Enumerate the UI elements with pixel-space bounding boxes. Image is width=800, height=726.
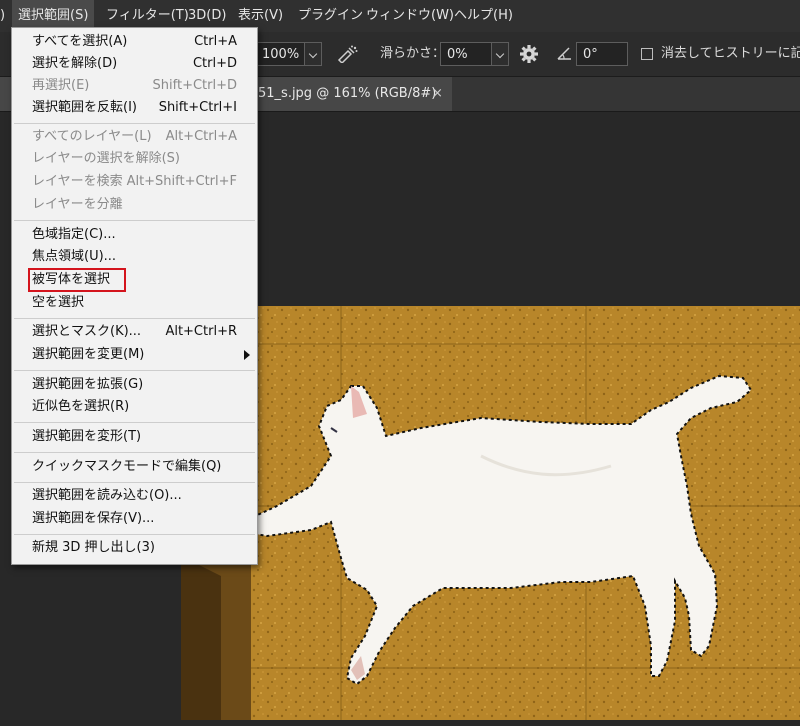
menu-item-label: 選択範囲を保存(V)... xyxy=(32,511,155,526)
menu-item-label: 焦点領域(U)... xyxy=(32,249,117,264)
menu-item-shortcut: Alt+Ctrl+R xyxy=(165,324,237,339)
menu-item-save-selection[interactable]: 選択範囲を保存(V)... xyxy=(12,508,257,530)
menu-item-label: 選択範囲を反転(I) xyxy=(32,100,137,115)
menu-item-label: 選択とマスク(K)... xyxy=(32,324,142,339)
menu-item-quick-mask[interactable]: クイックマスクモードで編集(Q) xyxy=(12,456,257,478)
menu-separator xyxy=(14,482,255,483)
smoothing-field[interactable]: 0% xyxy=(440,42,492,66)
close-icon[interactable]: × xyxy=(432,77,443,111)
menu-item-label: 選択範囲を変形(T) xyxy=(32,429,142,444)
menu-item-shortcut: Ctrl+A xyxy=(194,34,237,49)
menu-separator xyxy=(14,370,255,371)
menubar-item-partial[interactable]: ) xyxy=(0,0,5,32)
menubar-item-help[interactable]: ヘルプ(H) xyxy=(454,0,513,32)
menu-separator xyxy=(14,452,255,453)
erase-history-label: 消去してヒストリーに記録 xyxy=(661,46,800,61)
airbrush-icon[interactable] xyxy=(336,45,358,63)
document-canvas-photo[interactable] xyxy=(181,306,800,720)
document-tab-title: 51_s.jpg @ 161% (RGB/8#) xyxy=(258,86,437,101)
menu-item-select-and-mask[interactable]: 選択とマスク(K)... Alt+Ctrl+R xyxy=(12,321,257,343)
menu-item-label: 空を選択 xyxy=(32,295,85,310)
menu-item-shortcut: Alt+Shift+Ctrl+F xyxy=(126,174,237,189)
menu-item-label: レイヤーを検索 xyxy=(32,174,123,189)
menu-item-label: レイヤーの選択を解除(S) xyxy=(32,151,181,166)
menu-item-label: 選択範囲を読み込む(O)... xyxy=(32,488,182,503)
menu-item-reselect: 再選択(E) Shift+Ctrl+D xyxy=(12,75,257,97)
menu-separator xyxy=(14,422,255,423)
menu-item-shortcut: Shift+Ctrl+I xyxy=(158,100,237,115)
menu-item-shortcut: Ctrl+D xyxy=(192,56,237,71)
angle-field[interactable]: 0° xyxy=(576,42,628,66)
menu-item-select-sky[interactable]: 空を選択 xyxy=(12,292,257,314)
menu-item-inverse[interactable]: 選択範囲を反転(I) Shift+Ctrl+I xyxy=(12,97,257,119)
menubar-item-window[interactable]: ウィンドウ(W) xyxy=(366,0,454,32)
menu-item-select-all[interactable]: すべてを選択(A) Ctrl+A xyxy=(12,31,257,53)
menu-item-similar[interactable]: 近似色を選択(R) xyxy=(12,396,257,418)
smoothing-dropdown-arrow[interactable] xyxy=(491,42,509,66)
menu-item-isolate-layers: レイヤーを分離 xyxy=(12,194,257,216)
menu-item-focus-area[interactable]: 焦点領域(U)... xyxy=(12,246,257,268)
menu-item-label: 新規 3D 押し出し(3) xyxy=(32,540,155,555)
erase-history-checkbox[interactable] xyxy=(641,48,653,60)
menubar-item-plugins[interactable]: プラグイン xyxy=(298,0,363,32)
menu-item-label: レイヤーを分離 xyxy=(32,197,123,212)
menu-separator xyxy=(14,534,255,535)
menu-item-label: クイックマスクモードで編集(Q) xyxy=(32,459,222,474)
zoom-field[interactable]: 100% xyxy=(255,42,305,66)
menu-item-label: すべてを選択(A) xyxy=(32,34,128,49)
menu-item-color-range[interactable]: 色域指定(C)... xyxy=(12,224,257,246)
menu-item-shortcut: Alt+Ctrl+A xyxy=(165,129,237,144)
menu-item-all-layers: すべてのレイヤー(L) Alt+Ctrl+A xyxy=(12,126,257,148)
menu-item-deselect[interactable]: 選択を解除(D) Ctrl+D xyxy=(12,53,257,75)
menu-item-shortcut: Shift+Ctrl+D xyxy=(152,78,237,93)
menu-item-label: 再選択(E) xyxy=(32,78,90,93)
menu-item-label: 選択範囲を拡張(G) xyxy=(32,377,144,392)
menu-item-find-layers: レイヤーを検索 Alt+Shift+Ctrl+F xyxy=(12,171,257,193)
smoothing-label: 滑らかさ： xyxy=(380,46,446,61)
highlight-box xyxy=(28,268,126,292)
menu-item-modify[interactable]: 選択範囲を変更(M) xyxy=(12,344,257,366)
menu-item-label: 近似色を選択(R) xyxy=(32,399,130,414)
menu-separator xyxy=(14,123,255,124)
zoom-dropdown-arrow[interactable] xyxy=(304,42,322,66)
select-menu-dropdown: すべてを選択(A) Ctrl+A 選択を解除(D) Ctrl+D 再選択(E) Shi… xyxy=(11,27,258,565)
menu-item-label: すべてのレイヤー(L) xyxy=(32,129,152,144)
menu-separator xyxy=(14,220,255,221)
menu-item-load-selection[interactable]: 選択範囲を読み込む(O)... xyxy=(12,485,257,507)
menu-item-label: 色域指定(C)... xyxy=(32,227,116,242)
menu-item-transform-selection[interactable]: 選択範囲を変形(T) xyxy=(12,426,257,448)
menu-separator xyxy=(14,318,255,319)
menu-item-3d-extrusion[interactable]: 新規 3D 押し出し(3) xyxy=(12,537,257,559)
menu-item-grow[interactable]: 選択範囲を拡張(G) xyxy=(12,374,257,396)
menu-item-label: 選択を解除(D) xyxy=(32,56,118,71)
wood-board-shadow xyxy=(181,556,221,720)
submenu-arrow-icon xyxy=(244,350,250,360)
angle-icon xyxy=(557,47,571,60)
menu-item-deselect-layers: レイヤーの選択を解除(S) xyxy=(12,148,257,170)
gear-icon[interactable] xyxy=(519,44,539,64)
menu-item-label: 選択範囲を変更(M) xyxy=(32,347,145,362)
